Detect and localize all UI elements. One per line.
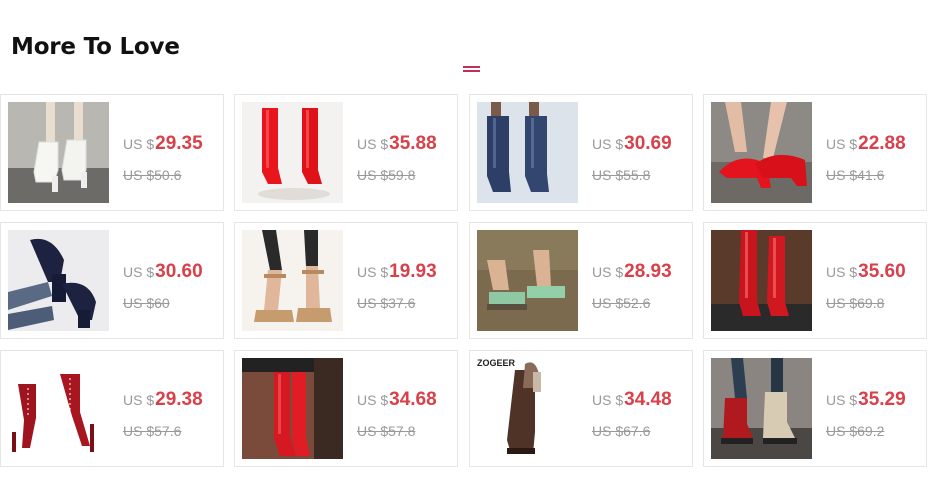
product-card[interactable]: ZOGEER US $34.48 US $67.6 <box>469 350 693 467</box>
product-card[interactable]: US $29.35 US $50.6 <box>0 94 224 211</box>
product-image[interactable]: ZOGEER <box>477 358 578 459</box>
brand-label: ZOGEER <box>477 358 516 368</box>
sale-price: US $29.35 <box>123 133 203 154</box>
product-card[interactable]: US $35.88 US $59.8 <box>234 94 458 211</box>
sale-price: US $35.29 <box>826 389 906 410</box>
product-image[interactable] <box>8 358 109 459</box>
divider-icon <box>463 66 480 72</box>
product-card[interactable]: US $34.68 US $57.8 <box>234 350 458 467</box>
sale-price: US $19.93 <box>357 261 437 282</box>
original-price: US $50.6 <box>123 167 182 183</box>
product-image[interactable] <box>242 230 343 331</box>
original-price: US $69.8 <box>826 295 885 311</box>
sale-price: US $28.93 <box>592 261 672 282</box>
original-price: US $57.8 <box>357 423 416 439</box>
product-image[interactable] <box>242 358 343 459</box>
original-price: US $41.6 <box>826 167 885 183</box>
product-image[interactable] <box>711 230 812 331</box>
sale-price: US $30.69 <box>592 133 672 154</box>
product-card[interactable]: US $30.69 US $55.8 <box>469 94 693 211</box>
sale-price: US $35.88 <box>357 133 437 154</box>
original-price: US $55.8 <box>592 167 651 183</box>
original-price: US $52.6 <box>592 295 651 311</box>
sale-price: US $34.48 <box>592 389 672 410</box>
original-price: US $60 <box>123 295 170 311</box>
product-image[interactable] <box>477 102 578 203</box>
sale-price: US $34.68 <box>357 389 437 410</box>
product-image[interactable] <box>477 230 578 331</box>
sale-price: US $35.60 <box>826 261 906 282</box>
original-price: US $57.6 <box>123 423 182 439</box>
original-price: US $67.6 <box>592 423 651 439</box>
product-image[interactable] <box>711 102 812 203</box>
product-card[interactable]: US $22.88 US $41.6 <box>703 94 927 211</box>
product-card[interactable]: US $29.38 US $57.6 <box>0 350 224 467</box>
product-image[interactable] <box>711 358 812 459</box>
original-price: US $69.2 <box>826 423 885 439</box>
product-card[interactable]: US $35.60 US $69.8 <box>703 222 927 339</box>
product-image[interactable] <box>242 102 343 203</box>
product-card[interactable]: US $19.93 US $37.6 <box>234 222 458 339</box>
sale-price: US $30.60 <box>123 261 203 282</box>
product-card[interactable]: US $30.60 US $60 <box>0 222 224 339</box>
product-card[interactable]: US $35.29 US $69.2 <box>703 350 927 467</box>
product-card[interactable]: US $28.93 US $52.6 <box>469 222 693 339</box>
product-image[interactable] <box>8 102 109 203</box>
product-image[interactable] <box>8 230 109 331</box>
sale-price: US $22.88 <box>826 133 906 154</box>
sale-price: US $29.38 <box>123 389 203 410</box>
original-price: US $37.6 <box>357 295 416 311</box>
original-price: US $59.8 <box>357 167 416 183</box>
section-title: More To Love <box>11 34 180 60</box>
